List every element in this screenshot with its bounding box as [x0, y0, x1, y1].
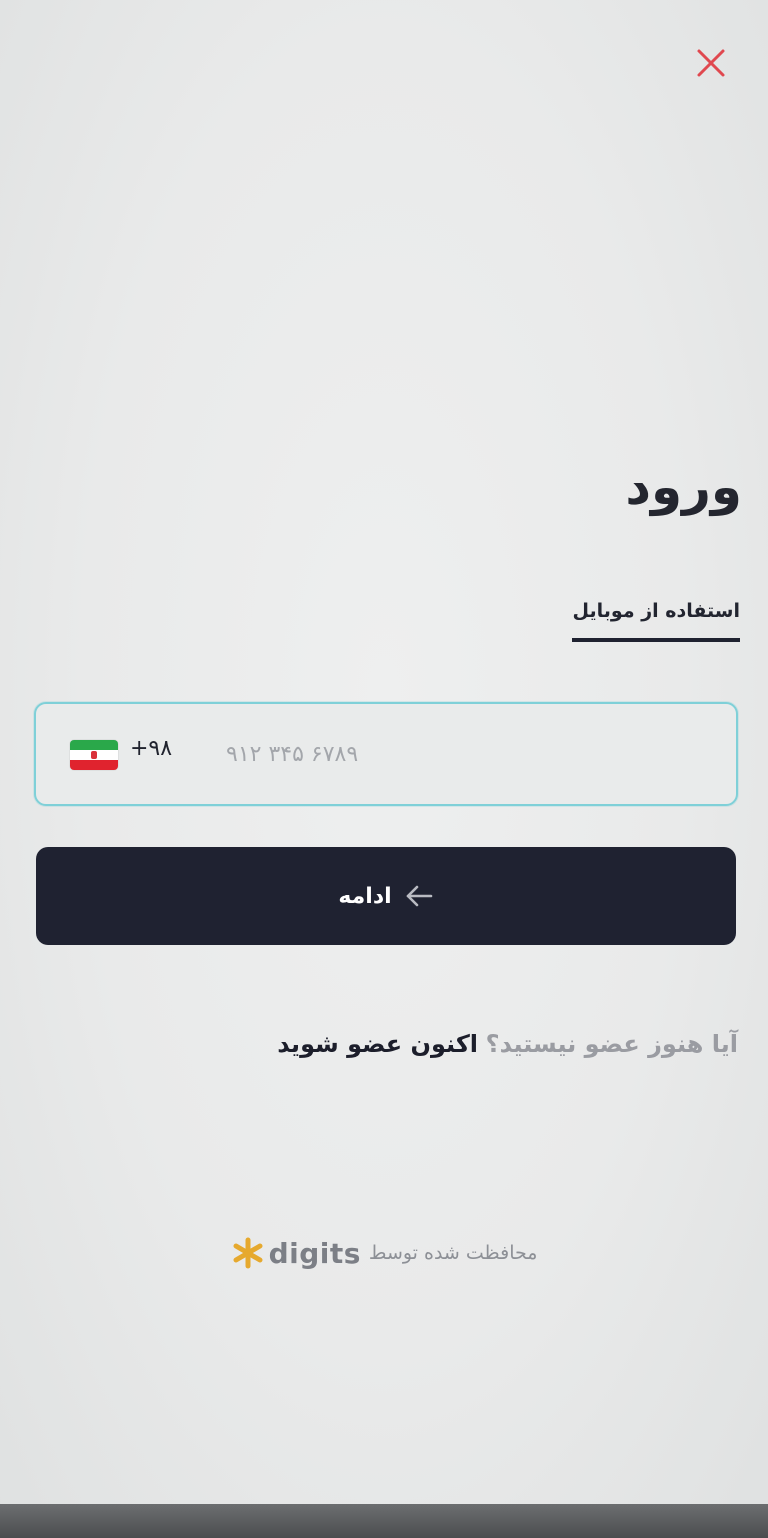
footer: محافظت شده توسط digits — [0, 1236, 768, 1270]
login-screen: ورود استفاده از موبایل +۹۸ ادامه آیا هنو… — [0, 0, 768, 1538]
page-title: ورود — [625, 458, 742, 516]
continue-button[interactable]: ادامه — [36, 847, 736, 945]
brand-name: digits — [268, 1236, 361, 1270]
arrow-left-icon — [406, 885, 432, 907]
country-code[interactable]: +۹۸ — [130, 736, 172, 761]
signup-question: آیا هنوز عضو نیستید؟ — [485, 1030, 738, 1058]
close-button[interactable] — [692, 44, 730, 82]
brand: digits — [231, 1236, 361, 1270]
continue-label: ادامه — [338, 883, 392, 909]
tab-mobile[interactable]: استفاده از موبایل — [572, 600, 740, 642]
iran-flag-icon[interactable] — [70, 740, 118, 770]
protected-by-text: محافظت شده توسط — [368, 1242, 538, 1264]
system-navigation-bar — [0, 1504, 768, 1538]
star-icon — [233, 1237, 263, 1269]
close-icon — [697, 49, 725, 77]
phone-field: +۹۸ — [34, 702, 738, 806]
phone-input[interactable] — [216, 728, 706, 780]
signup-prompt: آیا هنوز عضو نیستید؟ اکنون عضو شوید — [277, 1030, 738, 1058]
signup-link[interactable]: اکنون عضو شوید — [277, 1030, 478, 1058]
